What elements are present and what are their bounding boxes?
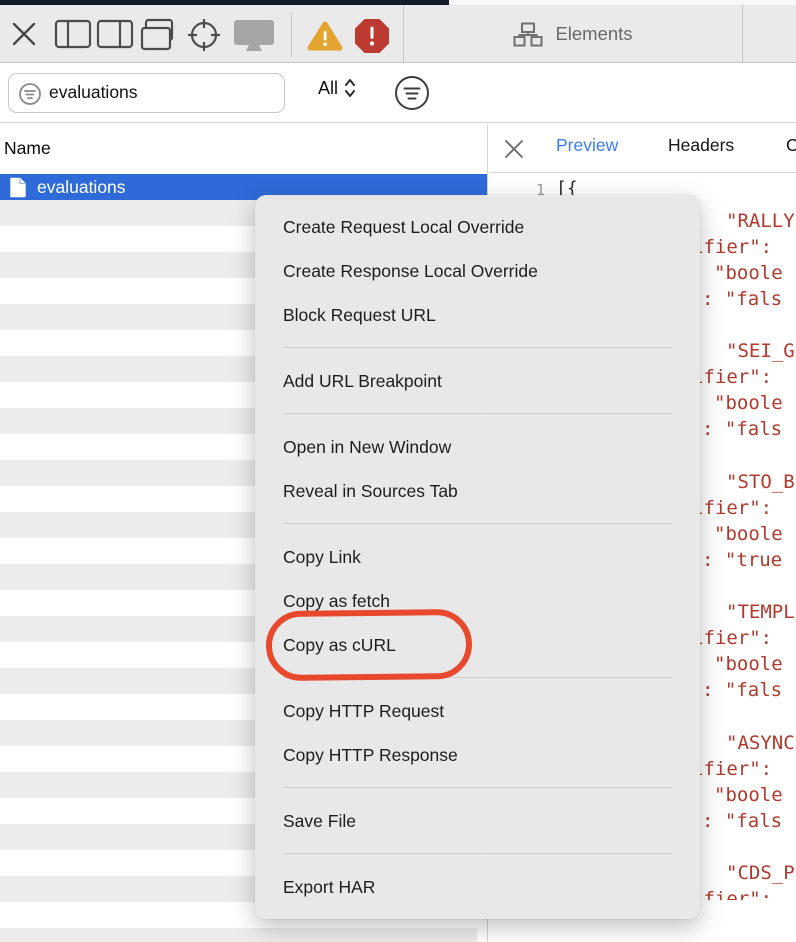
menu-separator [283,413,672,414]
code-fragment: ifier": [692,366,772,388]
code-fragment: : "true [702,549,782,571]
scope-select-label: All [318,78,338,99]
code-fragment: : "fals [702,679,782,701]
code-fragment: "CDS_P [726,862,795,884]
menu-item-add-url-breakpoint[interactable]: Add URL Breakpoint [255,359,700,403]
filter-options-button[interactable] [393,74,431,112]
close-icon[interactable] [10,20,38,48]
document-icon [9,177,27,198]
tab-elements[interactable]: Elements [404,5,742,63]
code-fragment: : "fals [702,810,782,832]
error-icon[interactable] [354,18,390,54]
menu-item-copy-http-response[interactable]: Copy HTTP Response [255,733,700,777]
network-row-label: evaluations [37,177,126,198]
tab-preview[interactable]: Preview [556,135,618,156]
network-filter-bar: All [0,64,796,123]
code-fragment: "boole [714,653,783,675]
scope-select[interactable]: All [318,77,356,99]
toolbar-divider [291,13,292,57]
menu-item-create-request-local-override[interactable]: Create Request Local Override [255,205,700,249]
close-detail-icon[interactable] [504,139,524,159]
code-fragment: ifier": [692,888,772,910]
menu-separator [283,853,672,854]
menu-item-copy-http-request[interactable]: Copy HTTP Request [255,689,700,733]
tab-separator [742,5,743,63]
warning-icon[interactable] [306,20,344,52]
code-fragment: "TEMPL [726,601,795,623]
code-fragment: "boole [714,523,783,545]
code-fragment: ifier": [692,497,772,519]
panel-left-icon[interactable] [54,19,92,49]
inspector-toolbar: Elements [0,5,796,63]
menu-item-create-response-local-override[interactable]: Create Response Local Override [255,249,700,293]
annotation-circle [266,609,473,681]
detail-tab-bar: Preview Headers C [489,124,796,172]
column-header-name[interactable]: Name [4,138,51,159]
code-fragment: "ASYNC [726,732,795,754]
menu-separator [283,347,672,348]
filter-circle-icon [18,82,42,106]
tab-headers[interactable]: Headers [668,135,734,156]
tab-elements-label: Elements [555,23,632,45]
code-fragment: "boole [714,262,783,284]
context-menu: Create Request Local OverrideCreate Resp… [255,195,700,919]
network-row-stripe[interactable] [0,928,477,942]
stepper-chevrons-icon [344,77,356,99]
menu-item-save-file[interactable]: Save File [255,799,700,843]
menu-item-open-in-new-window[interactable]: Open in New Window [255,425,700,469]
code-fragment: : "fals [702,418,782,440]
search-input[interactable] [49,74,277,111]
code-fragment: "SEI_G [726,340,795,362]
tab-clipped[interactable]: C [786,135,796,156]
device-screen-icon[interactable] [232,18,276,54]
code-fragment: : "fals [702,288,782,310]
tab-cascade-icon[interactable] [140,18,180,52]
code-fragment: "boole [714,392,783,414]
code-fragment: "boole [714,784,783,806]
search-input-box[interactable] [8,73,285,113]
code-fragment: "STO_B [726,471,795,493]
menu-item-export-har[interactable]: Export HAR [255,865,700,909]
code-fragment: "RALLY [726,210,795,232]
hierarchy-icon [513,22,543,47]
panel-right-icon[interactable] [96,19,134,49]
menu-separator [283,523,672,524]
menu-item-block-request-url[interactable]: Block Request URL [255,293,700,337]
code-fragment: ifier": [692,236,772,258]
menu-separator [283,787,672,788]
menu-item-copy-link[interactable]: Copy Link [255,535,700,579]
menu-item-reveal-in-sources-tab[interactable]: Reveal in Sources Tab [255,469,700,513]
tab-bar-divider [489,172,796,173]
code-fragment: ifier": [692,627,772,649]
code-fragment: ifier": [692,758,772,780]
web-inspector-window: Elements All Name [0,0,796,942]
element-picker-icon[interactable] [184,15,224,55]
